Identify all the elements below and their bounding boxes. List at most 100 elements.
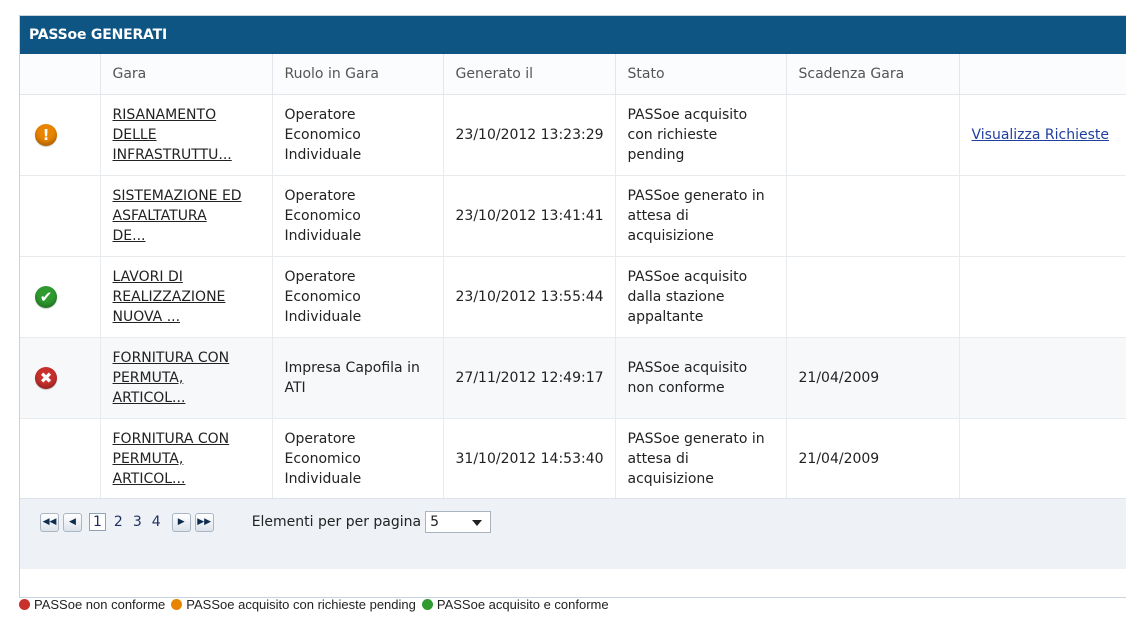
ruolo-cell: Operatore Economico Individuale [272, 418, 444, 500]
gara-line: LAVORI DI [112, 269, 183, 285]
action-cell: Visualizza Richieste [959, 94, 1126, 176]
column-header-ruolo[interactable]: Ruolo in Gara [272, 54, 444, 95]
pager-bar: ◀◀ ◀ 1234 ▶ ▶▶ Elementi per per pagina 5 [20, 498, 1126, 569]
ruolo-line: Economico [284, 289, 361, 305]
action-cell [959, 337, 1126, 419]
stato-line: PASSoe generato in [627, 431, 765, 447]
gara-line: FORNITURA CON [112, 431, 230, 447]
scadenza-cell [786, 256, 960, 338]
ruolo-line: Economico [284, 127, 361, 143]
stato-line: attesa di [627, 451, 689, 467]
column-header-stato[interactable]: Stato [615, 54, 787, 95]
action-cell [959, 256, 1126, 338]
scadenza-cell [786, 94, 960, 176]
legend-label: PASSoe acquisito con richieste pending [186, 597, 416, 612]
pager: ◀◀ ◀ 1234 ▶ ▶▶ Elementi per per pagina 5 [40, 511, 492, 533]
gara-cell: SISTEMAZIONE ED ASFALTATURA DE... [100, 175, 273, 257]
column-header-status [20, 54, 101, 95]
gara-link[interactable]: RISANAMENTO DELLE INFRASTRUTTU... [113, 107, 232, 163]
ruolo-line: Individuale [284, 228, 362, 244]
visualizza-richieste-link[interactable]: Visualizza Richieste [972, 127, 1110, 143]
stato-line: PASSoe acquisito [627, 269, 748, 285]
gara-link[interactable]: LAVORI DI REALIZZAZIONE NUOVA ... [113, 269, 226, 325]
next-page-icon[interactable]: ▶ [171, 512, 191, 532]
per-page-select[interactable]: 5 [425, 511, 492, 533]
legend-item: PASSoe non conforme [19, 597, 165, 612]
page-numbers: 1234 [86, 513, 166, 531]
gara-line: FORNITURA CON [112, 350, 230, 366]
gara-line: SISTEMAZIONE ED [112, 188, 242, 204]
stato-cell: PASSoe acquisito dalla stazione appaltante [615, 256, 787, 338]
ruolo-line: Operatore [284, 188, 356, 204]
legend: PASSoe non conforme PASSoe acquisito con … [19, 597, 615, 612]
per-page-value: 5 [430, 514, 440, 530]
gara-link[interactable]: FORNITURA CON PERMUTA, ARTICOL... [113, 350, 230, 406]
generato-cell: 31/10/2012 14:53:40 [443, 418, 616, 500]
gara-line: RISANAMENTO [112, 107, 217, 123]
gara-line: ASFALTATURA [112, 208, 207, 224]
status-cell: ✖ [20, 337, 101, 419]
status-cell: ! [20, 94, 101, 176]
gara-line: ARTICOL... [112, 471, 186, 487]
first-page-icon[interactable]: ◀◀ [40, 512, 59, 532]
passoe-panel: PASSoe GENERATI Gara Ruolo in Gara Gener… [19, 15, 1126, 598]
gara-line: ARTICOL... [112, 390, 186, 406]
ruolo-line: Individuale [284, 309, 362, 325]
scadenza-cell [786, 175, 960, 257]
generato-cell: 27/11/2012 12:49:17 [443, 337, 616, 419]
action-cell [959, 175, 1126, 257]
page-number-3[interactable]: 3 [133, 514, 142, 530]
ruolo-line: Individuale [284, 471, 362, 487]
ruolo-line: Individuale [284, 147, 362, 163]
ruolo-cell: Operatore Economico Individuale [272, 175, 444, 257]
legend-label: PASSoe acquisito e conforme [436, 597, 609, 612]
stato-line: non conforme [627, 380, 725, 396]
ruolo-line: Operatore [284, 269, 356, 285]
stato-line: PASSoe acquisito [627, 107, 748, 123]
table-row: SISTEMAZIONE ED ASFALTATURA DE... Operatore… [20, 175, 1126, 257]
check-icon [421, 599, 433, 610]
status-cell: ✔ [20, 256, 101, 338]
column-header-gara[interactable]: Gara [100, 54, 273, 95]
legend-item: PASSoe acquisito con richieste pending [171, 597, 416, 612]
scadenza-cell: 21/04/2009 [786, 337, 960, 419]
prev-page-icon[interactable]: ◀ [63, 512, 82, 532]
page-number-2[interactable]: 2 [114, 514, 123, 530]
ruolo-line: Impresa Capofila in [284, 360, 420, 376]
per-page-label: Elementi per per pagina [251, 514, 422, 530]
stato-line: acquisizione [627, 471, 714, 487]
stato-cell: PASSoe acquisito non conforme [615, 337, 787, 419]
warning-icon: ! [35, 124, 57, 146]
generato-cell: 23/10/2012 13:55:44 [443, 256, 616, 338]
ruolo-line: Economico [284, 451, 361, 467]
gara-cell: RISANAMENTO DELLE INFRASTRUTTU... [100, 94, 273, 176]
chevron-down-icon [472, 520, 483, 526]
gara-line: PERMUTA, [112, 451, 184, 467]
warning-icon [171, 599, 183, 610]
column-header-actions [959, 54, 1126, 95]
gara-line: DELLE [112, 127, 157, 143]
stato-line: attesa di [627, 208, 689, 224]
ruolo-line: ATI [284, 380, 306, 396]
gara-link[interactable]: SISTEMAZIONE ED ASFALTATURA DE... [113, 188, 242, 244]
last-page-icon[interactable]: ▶▶ [194, 512, 214, 532]
check-icon: ✔ [35, 286, 57, 308]
gara-line: NUOVA ... [112, 309, 181, 325]
error-icon [19, 599, 30, 610]
page-number-4[interactable]: 4 [152, 514, 161, 530]
table-row: FORNITURA CON PERMUTA, ARTICOL... Operatore… [20, 418, 1126, 500]
table-header-row: Gara Ruolo in Gara Generato il Stato Sca… [20, 54, 1126, 95]
column-header-generato[interactable]: Generato il [443, 54, 616, 95]
column-header-scadenza[interactable]: Scadenza Gara [786, 54, 960, 95]
stato-line: PASSoe acquisito [627, 360, 748, 376]
passoe-table: Gara Ruolo in Gara Generato il Stato Sca… [20, 54, 1126, 500]
generato-cell: 23/10/2012 13:41:41 [443, 175, 616, 257]
table-row: ✖ FORNITURA CON PERMUTA, ARTICOL... Impresa … [20, 337, 1126, 419]
page-number-1[interactable]: 1 [89, 513, 106, 531]
gara-link[interactable]: FORNITURA CON PERMUTA, ARTICOL... [113, 431, 230, 487]
gara-line: PERMUTA, [112, 370, 184, 386]
legend-label: PASSoe non conforme [34, 597, 166, 612]
stato-line: PASSoe generato in [627, 188, 765, 204]
status-cell [20, 175, 101, 257]
ruolo-line: Operatore [284, 107, 356, 123]
